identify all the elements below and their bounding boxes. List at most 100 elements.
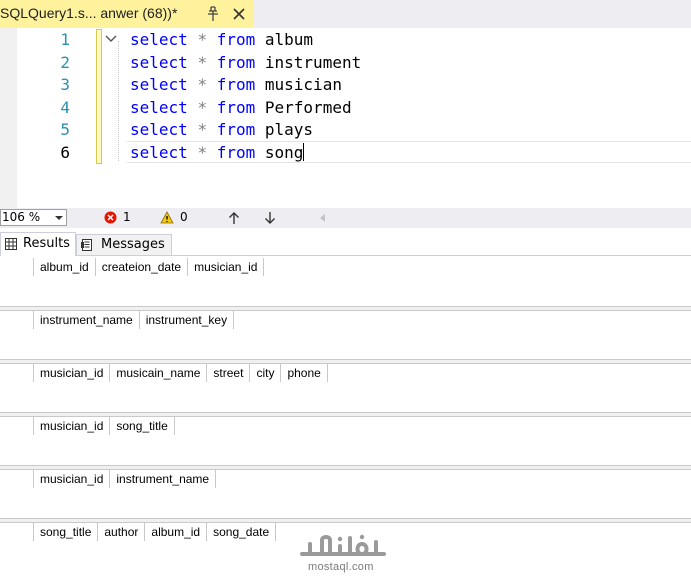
column-header[interactable]: instrument_name bbox=[34, 311, 140, 329]
column-header[interactable]: musician_id bbox=[34, 364, 111, 382]
row-header-corner[interactable] bbox=[0, 311, 34, 329]
row-header-corner[interactable] bbox=[0, 470, 34, 488]
arrow-down-icon[interactable] bbox=[264, 211, 276, 225]
query-tab-title: SQLQuery1.s... anwer (68))* bbox=[0, 5, 178, 21]
keyword: select bbox=[130, 98, 188, 117]
keyword: select bbox=[130, 75, 188, 94]
line-number: 3 bbox=[60, 75, 70, 94]
table-name: instrument bbox=[264, 53, 362, 72]
keyword: from bbox=[216, 143, 256, 162]
outline-guide bbox=[118, 41, 120, 161]
keyword: select bbox=[130, 30, 188, 49]
tab-results-label: Results bbox=[23, 236, 70, 251]
messages-icon bbox=[81, 239, 92, 251]
grid-header: musician_id song_title bbox=[0, 417, 175, 435]
operator: * bbox=[197, 98, 208, 117]
column-header[interactable]: musician_id bbox=[34, 470, 111, 488]
error-icon[interactable] bbox=[104, 211, 117, 224]
column-header[interactable]: musician_id bbox=[34, 417, 111, 435]
document-tab-bar: SQLQuery1.s... anwer (68))* bbox=[0, 0, 691, 28]
warning-count: 0 bbox=[180, 210, 188, 224]
tab-messages[interactable]: Messages bbox=[76, 234, 172, 256]
grid-header: instrument_name instrument_key bbox=[0, 311, 235, 329]
row-header-corner[interactable] bbox=[0, 364, 34, 382]
results-tab-bar: Results Messages bbox=[0, 228, 691, 256]
zoom-value: 106 % bbox=[2, 210, 41, 224]
grid-icon bbox=[5, 238, 17, 250]
text-caret bbox=[303, 143, 305, 161]
code-line[interactable]: select * from musician bbox=[130, 75, 342, 94]
line-number-current: 6 bbox=[60, 143, 70, 162]
code-line[interactable]: select * from song bbox=[130, 143, 305, 162]
table-name: Performed bbox=[264, 98, 352, 117]
grid-header: song_title author album_id song_date bbox=[0, 523, 277, 541]
arrow-up-icon[interactable] bbox=[228, 211, 240, 225]
keyword: from bbox=[216, 98, 256, 117]
column-header[interactable]: musician_id bbox=[188, 258, 265, 276]
keyword: from bbox=[216, 30, 256, 49]
column-header[interactable]: instrument_name bbox=[110, 470, 217, 488]
result-grid-musician[interactable]: musician_id musicain_name street city ph… bbox=[0, 364, 691, 417]
row-header-corner[interactable] bbox=[0, 258, 34, 276]
chevron-down-icon[interactable] bbox=[104, 34, 118, 44]
table-name: plays bbox=[264, 120, 314, 139]
operator: * bbox=[197, 30, 208, 49]
operator: * bbox=[197, 143, 208, 162]
dropdown-arrow-icon bbox=[55, 216, 63, 220]
table-name: song bbox=[264, 143, 304, 162]
table-name: musician bbox=[264, 75, 342, 94]
column-header[interactable]: song_title bbox=[110, 417, 175, 435]
keyword: select bbox=[130, 120, 188, 139]
selection-margin bbox=[0, 28, 17, 208]
change-tracking-bar bbox=[96, 29, 102, 164]
code-line[interactable]: select * from Performed bbox=[130, 98, 352, 117]
code-line[interactable]: select * from album bbox=[130, 30, 313, 49]
watermark-logo-icon bbox=[300, 534, 386, 556]
table-name: album bbox=[264, 30, 314, 49]
keyword: from bbox=[216, 75, 256, 94]
column-header[interactable]: album_id bbox=[145, 523, 208, 541]
tab-messages-label: Messages bbox=[101, 237, 165, 252]
code-line[interactable]: select * from plays bbox=[130, 120, 313, 139]
warning-icon[interactable] bbox=[160, 211, 174, 224]
column-header[interactable]: album_id bbox=[34, 258, 96, 276]
zoom-dropdown[interactable]: 106 % bbox=[0, 209, 67, 226]
column-header[interactable]: musicain_name bbox=[110, 364, 208, 382]
result-grid-plays[interactable]: musician_id instrument_name bbox=[0, 470, 691, 523]
operator: * bbox=[197, 53, 208, 72]
column-header[interactable]: song_title bbox=[34, 523, 99, 541]
tab-results[interactable]: Results bbox=[0, 232, 76, 256]
scroll-left-icon[interactable] bbox=[318, 213, 326, 223]
query-tab[interactable]: SQLQuery1.s... anwer (68))* bbox=[0, 0, 254, 28]
grid-header: musician_id musicain_name street city ph… bbox=[0, 364, 328, 382]
watermark-text: mostaql.com bbox=[308, 561, 374, 573]
row-header-corner[interactable] bbox=[0, 523, 34, 541]
error-count: 1 bbox=[123, 210, 131, 224]
grid-header: album_id createion_date musician_id bbox=[0, 258, 265, 276]
result-grid-instrument[interactable]: instrument_name instrument_key bbox=[0, 311, 691, 364]
operator: * bbox=[197, 120, 208, 139]
column-header[interactable]: street bbox=[207, 364, 251, 382]
grid-header: musician_id instrument_name bbox=[0, 470, 217, 488]
close-icon[interactable] bbox=[232, 7, 246, 21]
column-header[interactable]: author bbox=[98, 523, 146, 541]
pin-icon[interactable] bbox=[206, 6, 220, 22]
watermark: mostaql.com bbox=[296, 532, 392, 576]
column-header[interactable]: song_date bbox=[207, 523, 277, 541]
code-editor[interactable]: 1 2 3 4 5 6 select * from album select *… bbox=[0, 28, 691, 208]
column-header[interactable]: city bbox=[250, 364, 282, 382]
column-header[interactable]: createion_date bbox=[96, 258, 189, 276]
keyword: select bbox=[130, 143, 188, 162]
column-header[interactable]: phone bbox=[281, 364, 328, 382]
editor-status-bar: 106 % 1 0 bbox=[0, 208, 691, 228]
line-number: 2 bbox=[60, 53, 70, 72]
row-header-corner[interactable] bbox=[0, 417, 34, 435]
result-grid-album[interactable]: album_id createion_date musician_id bbox=[0, 258, 691, 311]
operator: * bbox=[197, 75, 208, 94]
result-grid-performed[interactable]: musician_id song_title bbox=[0, 417, 691, 470]
line-number: 4 bbox=[60, 98, 70, 117]
column-header[interactable]: instrument_key bbox=[140, 311, 235, 329]
keyword: from bbox=[216, 120, 256, 139]
line-number: 5 bbox=[60, 120, 70, 139]
code-line[interactable]: select * from instrument bbox=[130, 53, 361, 72]
